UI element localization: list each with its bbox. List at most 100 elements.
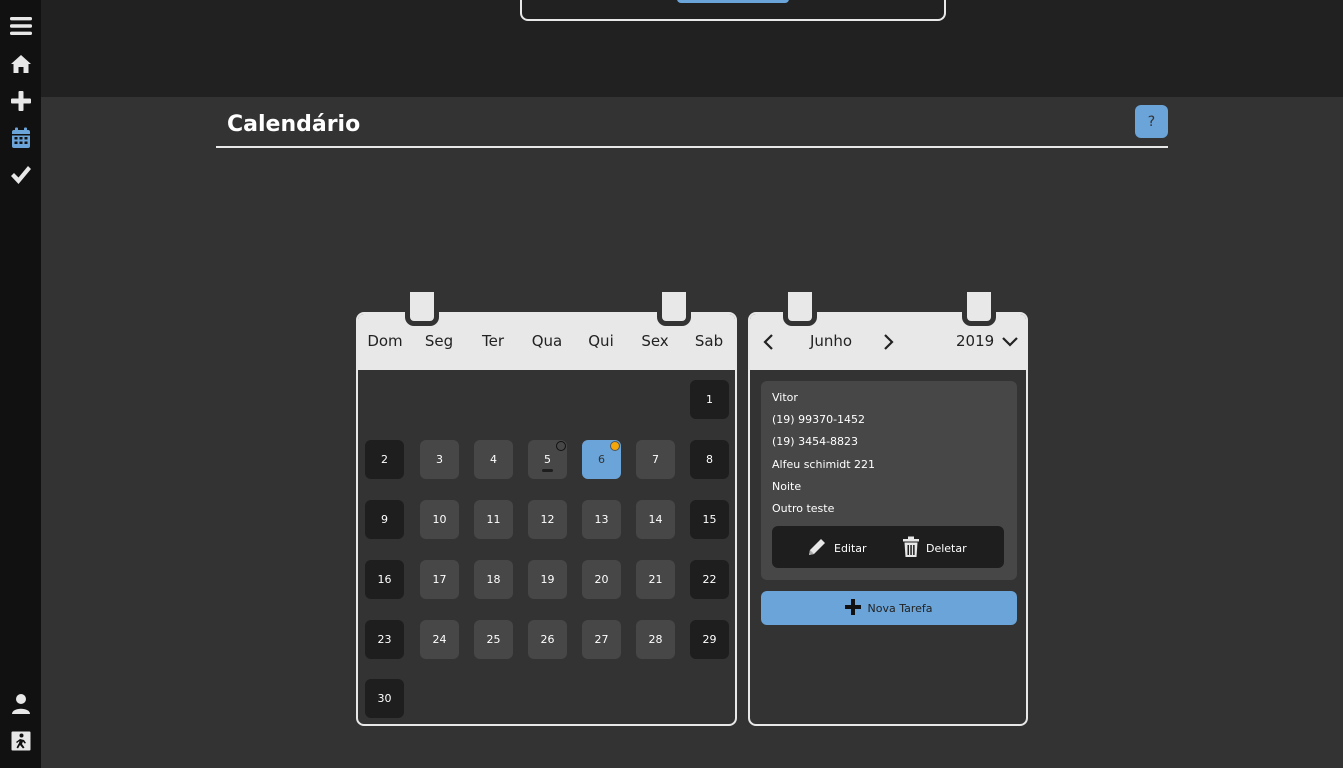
edit-button[interactable]: Editar: [806, 536, 867, 561]
weekday-label: Sab: [694, 332, 724, 350]
task-name: Vitor: [772, 391, 798, 404]
calendar-day-number: 10: [432, 513, 447, 526]
task-actions: Editar Deletar: [772, 526, 1004, 568]
calendar-day-number: 4: [490, 453, 497, 466]
calendar-day-number: 26: [540, 633, 555, 646]
calendar-day[interactable]: 25: [474, 620, 513, 659]
top-card-button[interactable]: [677, 0, 789, 3]
today-indicator: [542, 469, 553, 472]
calendar-day-number: 15: [702, 513, 717, 526]
calendar-day[interactable]: 19: [528, 560, 567, 599]
calendar-day-number: 14: [648, 513, 663, 526]
menu-icon[interactable]: [9, 14, 33, 38]
title-divider: [216, 146, 1168, 148]
calendar-day-number: 30: [377, 692, 392, 705]
calendar-day-number: 7: [652, 453, 659, 466]
plus-icon: [845, 598, 862, 618]
task-address: Alfeu schimidt 221: [772, 458, 876, 471]
calendar-day[interactable]: 11: [474, 500, 513, 539]
calendar-day-number: 23: [377, 633, 392, 646]
delete-label: Deletar: [926, 542, 967, 555]
calendar-day[interactable]: 4: [474, 440, 513, 479]
weekday-label: Qui: [588, 332, 614, 350]
binder-ring: [962, 287, 996, 326]
task-item[interactable]: Vitor (19) 99370-1452 (19) 3454-8823 Alf…: [761, 381, 1017, 580]
calendar-day[interactable]: 9: [365, 500, 404, 539]
calendar-day[interactable]: 15: [690, 500, 729, 539]
month-label: Junho: [809, 332, 853, 350]
calendar-day[interactable]: 26: [528, 620, 567, 659]
prev-month-icon[interactable]: [760, 333, 778, 351]
calendar-day[interactable]: 24: [420, 620, 459, 659]
exit-icon[interactable]: [9, 729, 33, 753]
plus-icon[interactable]: [9, 89, 33, 113]
next-month-icon[interactable]: [879, 333, 897, 351]
calendar-day-number: 1: [706, 393, 713, 406]
check-icon[interactable]: [9, 163, 33, 187]
calendar-day-number: 9: [381, 513, 388, 526]
new-task-label: Nova Tarefa: [867, 601, 933, 615]
calendar-day-number: 13: [594, 513, 609, 526]
calendar-day[interactable]: 16: [365, 560, 404, 599]
calendar-day[interactable]: 30: [365, 679, 404, 718]
calendar-day[interactable]: 5: [528, 440, 567, 479]
calendar-day[interactable]: 2: [365, 440, 404, 479]
calendar-day[interactable]: 22: [690, 560, 729, 599]
delete-button[interactable]: Deletar: [902, 536, 967, 561]
calendar-day-number: 25: [486, 633, 501, 646]
task-card: Junho 2019 Vitor (19) 99370-1452 (19) 34…: [748, 287, 1028, 726]
user-icon[interactable]: [9, 692, 33, 716]
calendar-day[interactable]: 10: [420, 500, 459, 539]
calendar-day-number: 11: [486, 513, 501, 526]
year-select[interactable]: 2019: [956, 332, 994, 350]
calendar-day-number: 2: [381, 453, 388, 466]
calendar-day[interactable]: 20: [582, 560, 621, 599]
top-band: [41, 0, 1343, 97]
weekday-label: Dom: [367, 332, 403, 350]
calendar-day-number: 12: [540, 513, 555, 526]
calendar-day[interactable]: 17: [420, 560, 459, 599]
chevron-down-icon[interactable]: [1001, 333, 1019, 351]
weekday-label: Qua: [531, 332, 563, 350]
help-button[interactable]: ?: [1135, 105, 1168, 138]
calendar-day[interactable]: 13: [582, 500, 621, 539]
sidebar: [0, 0, 41, 768]
calendar-day-number: 17: [432, 573, 447, 586]
calendar-day[interactable]: 27: [582, 620, 621, 659]
edit-label: Editar: [834, 542, 867, 555]
binder-ring: [405, 287, 439, 326]
calendar-day[interactable]: 1: [690, 380, 729, 419]
calendar-day[interactable]: 12: [528, 500, 567, 539]
calendar-day-number: 8: [706, 453, 713, 466]
home-icon[interactable]: [9, 52, 33, 76]
calendar-day-number: 24: [432, 633, 447, 646]
weekday-label: Ter: [481, 332, 504, 350]
binder-ring: [783, 287, 817, 326]
calendar-day[interactable]: 23: [365, 620, 404, 659]
calendar-day[interactable]: 28: [636, 620, 675, 659]
calendar-day-number: 18: [486, 573, 501, 586]
calendar-day-number: 19: [540, 573, 555, 586]
page-title: Calendário: [227, 112, 361, 137]
calendar-day[interactable]: 7: [636, 440, 675, 479]
weekday-label: Sex: [641, 332, 669, 350]
new-task-button[interactable]: Nova Tarefa: [761, 591, 1017, 625]
calendar-day-number: 3: [436, 453, 443, 466]
event-marker: [556, 441, 566, 451]
calendar-icon[interactable]: [9, 126, 33, 150]
task-period: Noite: [772, 480, 802, 493]
calendar-day[interactable]: 14: [636, 500, 675, 539]
calendar-day-number: 29: [702, 633, 717, 646]
calendar-day[interactable]: 3: [420, 440, 459, 479]
calendar-day[interactable]: 8: [690, 440, 729, 479]
calendar-day[interactable]: 6: [582, 440, 621, 479]
calendar-day-number: 6: [598, 453, 605, 466]
calendar-day[interactable]: 21: [636, 560, 675, 599]
calendar-day[interactable]: 18: [474, 560, 513, 599]
calendar-day[interactable]: 29: [690, 620, 729, 659]
calendar-day-number: 27: [594, 633, 609, 646]
task-phone-2: (19) 3454-8823: [772, 435, 859, 448]
calendar-day-number: 28: [648, 633, 663, 646]
top-card: [520, 0, 946, 21]
event-marker: [610, 441, 620, 451]
